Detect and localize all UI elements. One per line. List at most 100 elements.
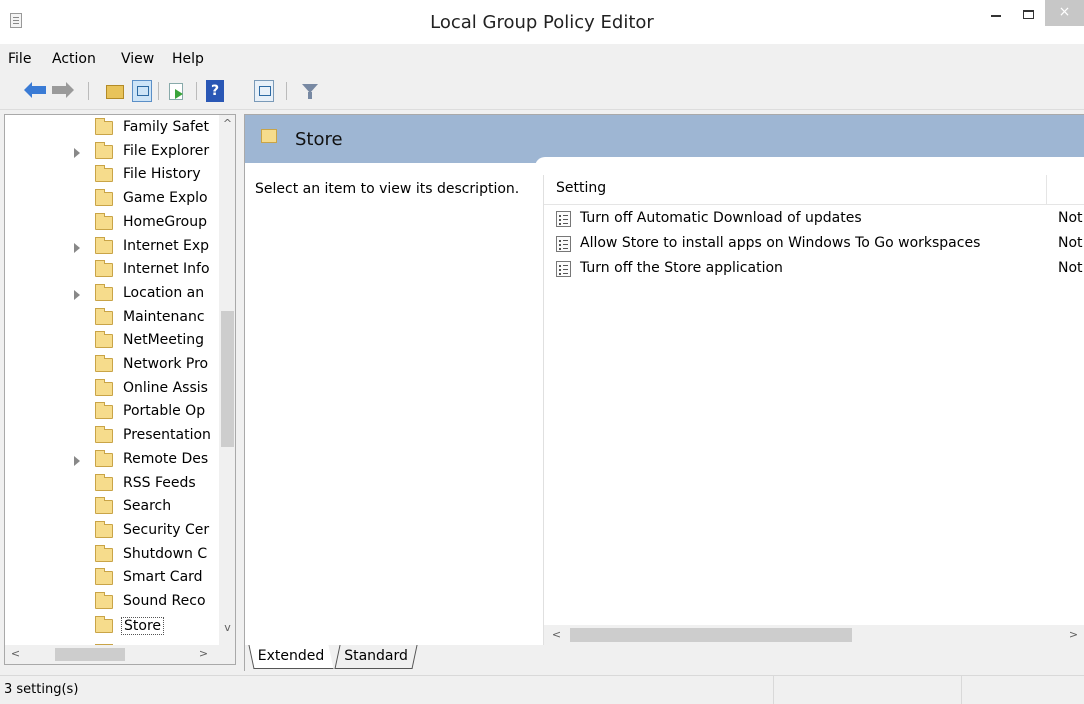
tree-item[interactable]: Internet Info <box>5 259 219 282</box>
forward-arrow-icon[interactable] <box>52 80 74 102</box>
scroll-right-icon[interactable]: > <box>1065 628 1082 641</box>
tree-item[interactable]: Sound Reco <box>5 591 219 614</box>
properties-icon[interactable] <box>254 80 274 102</box>
scroll-left-icon[interactable]: < <box>548 628 565 641</box>
setting-state: Not <box>1058 260 1083 276</box>
help-icon[interactable]: ? <box>206 80 224 102</box>
menu-help[interactable]: Help <box>172 51 204 67</box>
tree-item-label: File Explorer <box>123 142 210 159</box>
tree-item[interactable]: Shutdown C <box>5 544 219 567</box>
scroll-left-icon[interactable]: < <box>7 647 24 660</box>
toolbar-separator <box>158 82 159 100</box>
setting-state: Not <box>1058 235 1083 251</box>
tree-item[interactable]: File History <box>5 164 219 187</box>
folder-icon <box>95 236 113 254</box>
tree-item-label: Portable Op <box>123 403 206 420</box>
show-hide-tree-icon[interactable] <box>132 80 152 102</box>
tree-item[interactable]: Store <box>5 615 219 638</box>
toolbar: ? <box>0 74 1084 110</box>
expand-arrow-icon[interactable] <box>74 289 80 300</box>
tree-item[interactable]: Smart Card <box>5 567 219 590</box>
tab-extended-label: Extended <box>257 648 325 664</box>
tree-item-label: HomeGroup <box>123 213 207 230</box>
maximize-button[interactable] <box>1013 0 1043 30</box>
tree-item-label: File History <box>123 166 201 183</box>
tree-item-label: Store <box>121 616 165 635</box>
tree-vertical-scrollbar[interactable]: ^ v <box>219 115 235 645</box>
tree-item[interactable]: Presentation <box>5 425 219 448</box>
tree-item[interactable]: Network Pro <box>5 354 219 377</box>
tree-horizontal-scrollbar[interactable]: < > <box>5 645 235 664</box>
policy-setting-icon <box>556 236 571 252</box>
folder-icon <box>95 378 113 396</box>
folder-icon <box>95 473 113 491</box>
column-setting[interactable]: Setting <box>556 180 606 196</box>
tree-item[interactable]: Search <box>5 496 219 519</box>
scroll-right-icon[interactable]: > <box>195 647 212 660</box>
tab-standard[interactable]: Standard <box>334 645 418 669</box>
details-title: Store <box>295 129 343 150</box>
tree-item[interactable]: RSS Feeds <box>5 473 219 496</box>
close-button[interactable]: × <box>1045 0 1084 26</box>
status-bar: 3 setting(s) <box>0 675 1084 704</box>
minimize-icon <box>991 15 1001 17</box>
tree-item[interactable]: NetMeeting <box>5 330 219 353</box>
minimize-button[interactable] <box>981 0 1011 30</box>
tree-item[interactable]: Maintenanc <box>5 307 219 330</box>
menu-view[interactable]: View <box>121 51 154 67</box>
folder-icon <box>261 129 277 143</box>
expand-arrow-icon[interactable] <box>74 455 80 466</box>
tree-scroll-thumb[interactable] <box>221 311 234 447</box>
setting-name: Turn off the Store application <box>580 260 783 276</box>
tree-item-label: Game Explo <box>123 190 208 207</box>
setting-row[interactable]: Allow Store to install apps on Windows T… <box>544 232 1084 256</box>
tree-item[interactable]: Online Assis <box>5 378 219 401</box>
tree-item[interactable]: Family Safet <box>5 117 219 140</box>
scroll-down-icon[interactable]: v <box>219 621 235 634</box>
folder-icon <box>95 165 113 183</box>
scroll-up-icon[interactable]: ^ <box>219 117 235 130</box>
tree-item[interactable]: Internet Exp <box>5 236 219 259</box>
tree-item-label: Network Pro <box>123 356 209 372</box>
tree-item[interactable]: Remote Des <box>5 449 219 472</box>
tree-item[interactable]: Portable Op <box>5 401 219 424</box>
tree-hscroll-thumb[interactable] <box>55 648 125 661</box>
folder-icon <box>95 355 113 372</box>
up-folder-icon[interactable] <box>104 80 124 102</box>
setting-row[interactable]: Turn off the Store application Not <box>544 257 1084 281</box>
filter-icon[interactable] <box>300 80 320 102</box>
folder-icon <box>95 283 113 301</box>
folder-icon <box>95 260 113 278</box>
tree-item[interactable]: File Explorer <box>5 141 219 164</box>
export-list-icon[interactable] <box>166 80 186 102</box>
expand-arrow-icon[interactable] <box>74 242 80 253</box>
tree-item-label: Location an <box>123 284 205 301</box>
back-arrow-icon[interactable] <box>24 80 46 102</box>
status-separator <box>961 676 962 704</box>
tab-extended[interactable]: Extended <box>248 645 334 669</box>
tree-item[interactable]: Location an <box>5 283 219 306</box>
menu-action[interactable]: Action <box>52 51 96 67</box>
tree-item-label: Family Safet <box>123 119 209 135</box>
setting-row[interactable]: Turn off Automatic Download of updates No… <box>544 207 1084 231</box>
window-title: Local Group Policy Editor <box>430 12 654 33</box>
tab-standard-label: Standard <box>344 648 408 664</box>
toolbar-separator <box>88 82 89 100</box>
tree-item[interactable]: Game Explo <box>5 188 219 211</box>
tree-item-label: Sound Reco <box>123 593 206 609</box>
list-horizontal-scrollbar[interactable]: < > <box>544 625 1084 645</box>
view-tabs: Extended Standard <box>244 645 1084 671</box>
description-text: Select an item to view its description. <box>255 181 520 197</box>
list-hscroll-thumb[interactable] <box>570 628 852 642</box>
folder-icon <box>95 307 113 325</box>
folder-icon <box>95 449 113 467</box>
folder-icon <box>95 568 113 586</box>
expand-arrow-icon[interactable] <box>74 147 80 158</box>
tree-item[interactable]: HomeGroup <box>5 212 219 235</box>
tree-pane: Family Safet File Explorer File History Gam… <box>4 114 236 665</box>
menu-file[interactable]: File <box>8 51 31 67</box>
status-text: 3 setting(s) <box>4 682 79 697</box>
column-divider[interactable] <box>1046 175 1047 205</box>
tree-item[interactable]: Security Cer <box>5 520 219 543</box>
column-header: Setting <box>544 175 1084 205</box>
